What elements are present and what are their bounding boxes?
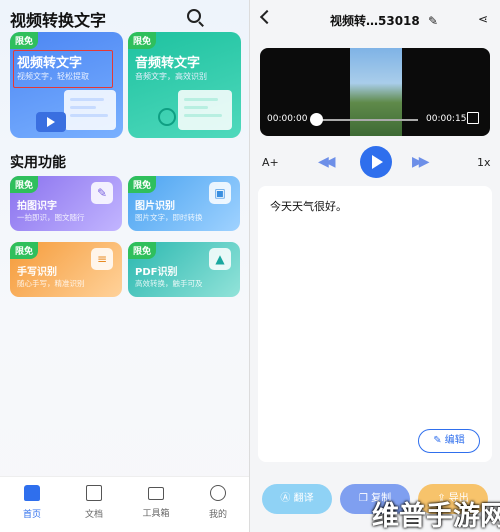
- seek-bar[interactable]: [316, 119, 418, 121]
- nav-profile[interactable]: 我的: [198, 485, 238, 520]
- watermark: 维普手游网: [372, 501, 500, 532]
- app-title: 视频转换文字: [10, 11, 107, 30]
- document-icon: [86, 485, 102, 501]
- tool-subtitle: 一拍即识，图文随行: [17, 213, 85, 222]
- pdf-icon: ▲: [209, 248, 231, 270]
- fullscreen-icon[interactable]: [467, 112, 479, 124]
- handwriting-icon: ≡: [91, 248, 113, 270]
- free-badge: 限免: [128, 32, 157, 49]
- free-badge: 限免: [10, 242, 39, 259]
- tool-title: 拍图识字: [17, 201, 57, 212]
- nav-toolbox[interactable]: 工具箱: [136, 485, 176, 519]
- waveform-icon: [158, 108, 176, 126]
- free-badge: 限免: [10, 176, 39, 193]
- play-icon: [372, 155, 383, 169]
- play-thumbnail-icon: [36, 112, 66, 132]
- nav-label: 工具箱: [142, 509, 170, 519]
- translate-label: 翻译: [293, 493, 314, 504]
- audio-to-text-card[interactable]: 限免 音频转文字 音频文字，高效识别: [128, 32, 241, 138]
- tool-title: PDF识别: [135, 267, 178, 278]
- video-player[interactable]: 00:00:00 00:00:15: [260, 48, 490, 136]
- audio-illustration: [178, 90, 232, 130]
- search-icon[interactable]: [186, 8, 206, 28]
- transcript-screen: 视频转…53018 ✎ ⋖ 00:00:00 00:00:15 A+ ◀◀ ▶▶…: [250, 0, 500, 532]
- section-title: 实用功能: [10, 155, 66, 171]
- toolbox-icon: [148, 487, 164, 500]
- edit-label: 编辑: [444, 435, 465, 446]
- tool-subtitle: 图片文字，即时转换: [135, 213, 203, 222]
- share-icon[interactable]: ⋖: [478, 12, 488, 26]
- seek-handle[interactable]: [310, 113, 323, 126]
- total-time: 00:00:15: [426, 114, 467, 124]
- tool-subtitle: 高效转换，触手可及: [135, 279, 203, 288]
- bottom-nav: 首页 文档 工具箱 我的: [0, 476, 249, 532]
- selection-highlight: [13, 50, 113, 88]
- current-time: 00:00:00: [267, 114, 308, 124]
- nav-label: 我的: [208, 510, 227, 520]
- rename-icon[interactable]: ✎: [428, 14, 438, 28]
- free-badge: 限免: [128, 176, 157, 193]
- image-icon: ▣: [209, 182, 231, 204]
- tool-subtitle: 随心手写，精准识别: [17, 279, 85, 288]
- transcript-card: 今天天气很好。 ✎ 编辑: [258, 186, 492, 462]
- free-badge: 限免: [10, 32, 39, 49]
- video-illustration: [64, 90, 116, 130]
- video-frame: [350, 48, 402, 136]
- nav-label: 文档: [84, 510, 103, 520]
- pencil-icon: ✎: [433, 435, 445, 446]
- handwriting-card[interactable]: 限免 ≡ 手写识别 随心手写，精准识别: [10, 242, 122, 297]
- nav-label: 首页: [22, 510, 41, 520]
- back-icon[interactable]: [259, 9, 275, 25]
- card-title: 音频转文字: [135, 56, 201, 71]
- nav-documents[interactable]: 文档: [74, 485, 114, 520]
- card-subtitle: 音频文字，高效识别: [135, 72, 207, 81]
- transcript-text[interactable]: 今天天气很好。: [270, 198, 347, 214]
- image-recognition-card[interactable]: 限免 ▣ 图片识别 图片文字，即时转换: [128, 176, 240, 231]
- tool-title: 图片识别: [135, 201, 175, 212]
- home-icon: [24, 485, 40, 501]
- edit-button[interactable]: ✎ 编辑: [418, 429, 480, 453]
- free-badge: 限免: [128, 242, 157, 259]
- speed-button[interactable]: 1x: [477, 156, 491, 169]
- photo-text-card[interactable]: 限免 ✎ 拍图识字 一拍即识，图文随行: [10, 176, 122, 231]
- home-screen: 视频转换文字 限免 视频转文字 视频文字，轻松提取 限免 音频转文字 音频文字，…: [0, 0, 249, 532]
- forward-icon[interactable]: ▶▶: [412, 154, 429, 170]
- nav-home[interactable]: 首页: [12, 485, 52, 520]
- playback-controls: A+ ◀◀ ▶▶ 1x: [250, 144, 500, 180]
- copy-icon: ❐: [358, 493, 372, 504]
- play-button[interactable]: [360, 146, 392, 178]
- photo-text-icon: ✎: [91, 182, 113, 204]
- translate-button[interactable]: Ⓐ 翻译: [262, 484, 332, 514]
- pdf-recognition-card[interactable]: 限免 ▲ PDF识别 高效转换，触手可及: [128, 242, 240, 297]
- tool-title: 手写识别: [17, 267, 57, 278]
- translate-icon: Ⓐ: [280, 493, 294, 504]
- profile-icon: [210, 485, 226, 501]
- rewind-icon[interactable]: ◀◀: [318, 154, 335, 170]
- file-title: 视频转…53018: [330, 14, 420, 28]
- font-size-button[interactable]: A+: [262, 156, 279, 169]
